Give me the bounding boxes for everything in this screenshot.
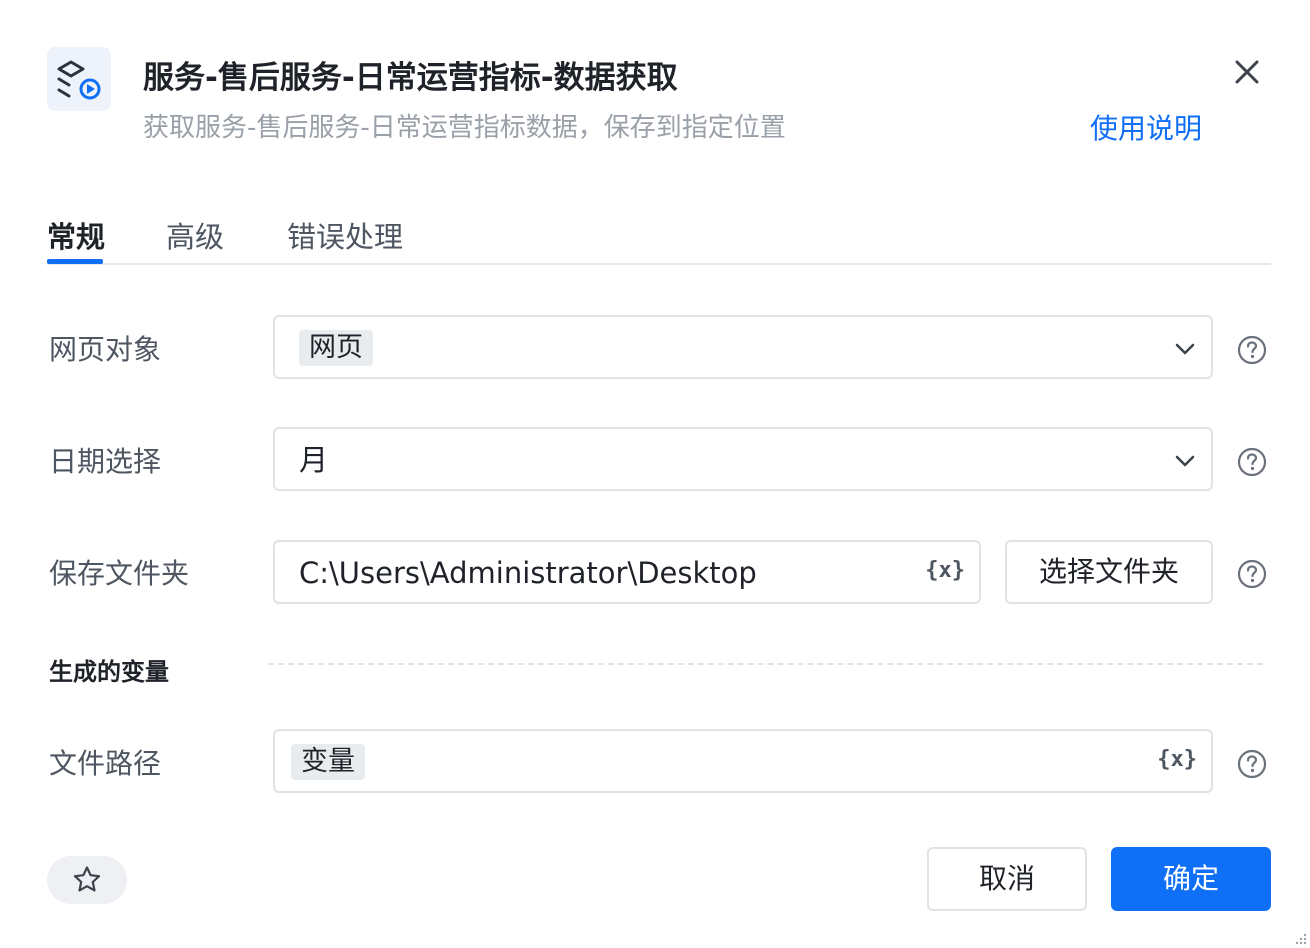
help-icon[interactable] [1236, 748, 1268, 780]
variable-icon[interactable]: {x} [925, 558, 965, 583]
web-object-chip: 网页 [299, 330, 373, 366]
star-icon [73, 866, 101, 892]
date-select[interactable]: 月 [273, 427, 1213, 491]
generated-variables-heading: 生成的变量 [49, 658, 169, 686]
cancel-button[interactable]: 取消 [927, 847, 1087, 911]
chevron-down-icon[interactable] [1173, 337, 1197, 361]
action-config-dialog: 服务-售后服务-日常运营指标-数据获取 获取服务-售后服务-日常运营指标数据，保… [0, 0, 1310, 948]
section-divider [268, 663, 1263, 665]
date-select-value: 月 [299, 443, 329, 477]
tab-error-handling[interactable]: 错误处理 [287, 214, 403, 256]
variable-chip: 变量 [291, 744, 365, 780]
active-tab-indicator [47, 259, 103, 264]
workflow-play-icon [47, 47, 111, 111]
close-icon[interactable] [1227, 52, 1267, 92]
file-path-variable-input[interactable]: 变量 {x} [273, 729, 1213, 793]
file-path-label: 文件路径 [49, 747, 162, 780]
resize-grip-icon[interactable] [1292, 930, 1308, 946]
dialog-subtitle: 获取服务-售后服务-日常运营指标数据，保存到指定位置 [143, 113, 786, 143]
tab-advanced[interactable]: 高级 [166, 214, 224, 256]
web-object-label: 网页对象 [49, 333, 162, 366]
help-icon[interactable] [1236, 334, 1268, 366]
tab-bar: 常规 高级 错误处理 [47, 214, 1271, 265]
select-folder-button[interactable]: 选择文件夹 [1005, 540, 1213, 604]
dialog-title: 服务-售后服务-日常运营指标-数据获取 [143, 60, 678, 96]
help-icon[interactable] [1236, 558, 1268, 590]
date-select-label: 日期选择 [49, 445, 162, 478]
tab-general[interactable]: 常规 [47, 214, 105, 256]
favorite-button[interactable] [47, 856, 127, 904]
variable-icon[interactable]: {x} [1157, 747, 1197, 772]
save-folder-value: C:\Users\Administrator\Desktop [299, 556, 757, 590]
usage-help-link[interactable]: 使用说明 [1090, 107, 1202, 147]
save-folder-label: 保存文件夹 [49, 557, 190, 590]
help-icon[interactable] [1236, 446, 1268, 478]
confirm-button[interactable]: 确定 [1111, 847, 1271, 911]
chevron-down-icon[interactable] [1173, 449, 1197, 473]
save-folder-input[interactable]: C:\Users\Administrator\Desktop {x} [273, 540, 981, 604]
web-object-select[interactable]: 网页 [273, 315, 1213, 379]
